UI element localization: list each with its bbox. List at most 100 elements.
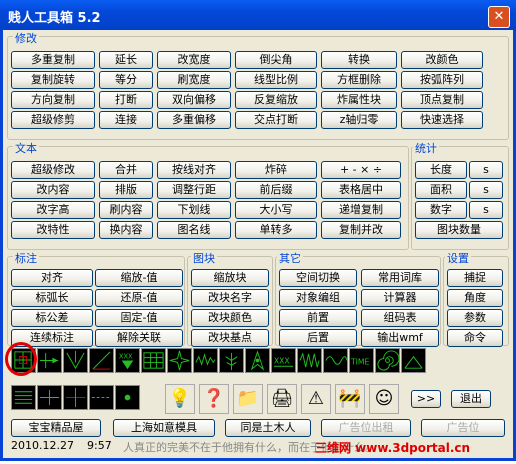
printer-icon[interactable]: 🖨: [267, 384, 297, 414]
text-button-18[interactable]: 单转多: [235, 221, 317, 239]
stats-button-0[interactable]: 长度: [415, 161, 467, 179]
exit-button[interactable]: 退出: [451, 390, 491, 408]
help-icon[interactable]: ❓: [199, 384, 229, 414]
block-button-1[interactable]: 改块名字: [191, 289, 269, 307]
xxx-arrow-icon[interactable]: XXX: [115, 348, 140, 373]
bottom-button-0[interactable]: 宝宝精品屋: [11, 419, 101, 437]
annot-button-3[interactable]: 还原-值: [95, 289, 183, 307]
modify-button-10[interactable]: 方框删除: [321, 71, 397, 89]
modify-button-20[interactable]: 多重偏移: [157, 111, 231, 129]
warning-icon[interactable]: ⚠: [301, 384, 331, 414]
more-button[interactable]: >>: [411, 390, 441, 408]
annot-button-2[interactable]: 标弧长: [11, 289, 93, 307]
other-button-3[interactable]: 计算器: [361, 289, 439, 307]
stats-button-6[interactable]: 图块数量: [415, 221, 503, 239]
folder-icon[interactable]: 📁: [233, 384, 263, 414]
modify-button-11[interactable]: 按弧阵列: [401, 71, 483, 89]
text-button-8[interactable]: 前后缀: [235, 181, 317, 199]
text-button-14[interactable]: 递增复制: [321, 201, 401, 219]
modify-button-22[interactable]: z轴归零: [321, 111, 397, 129]
text-button-15[interactable]: 改特性: [11, 221, 95, 239]
dot-icon[interactable]: [115, 385, 140, 410]
modify-button-16[interactable]: 炸属性块: [321, 91, 397, 109]
settings-button-2[interactable]: 参数: [447, 309, 503, 327]
annot-button-1[interactable]: 缩放-值: [95, 269, 183, 287]
star-burst-icon[interactable]: [167, 348, 192, 373]
cross-icon[interactable]: [63, 385, 88, 410]
stats-button-1[interactable]: s: [469, 161, 503, 179]
xxx-text-icon[interactable]: XXX: [271, 348, 296, 373]
modify-button-7[interactable]: 等分: [99, 71, 153, 89]
diagonal-line-icon[interactable]: [89, 348, 114, 373]
text-button-11[interactable]: 刷内容: [99, 201, 153, 219]
other-button-7[interactable]: 输出wmf: [361, 329, 439, 347]
other-button-6[interactable]: 后置: [279, 329, 357, 347]
text-button-3[interactable]: 炸碎: [235, 161, 317, 179]
text-button-13[interactable]: 大小写: [235, 201, 317, 219]
modify-button-14[interactable]: 双向偏移: [157, 91, 231, 109]
text-button-9[interactable]: 表格居中: [321, 181, 401, 199]
lightbulb-icon[interactable]: 💡: [165, 384, 195, 414]
arrow-right-icon[interactable]: [401, 348, 426, 373]
annot-button-5[interactable]: 固定-值: [95, 309, 183, 327]
block-button-0[interactable]: 缩放块: [191, 269, 269, 287]
modify-button-13[interactable]: 打断: [99, 91, 153, 109]
text-button-1[interactable]: 合并: [99, 161, 153, 179]
modify-button-17[interactable]: 顶点复制: [401, 91, 483, 109]
modify-button-18[interactable]: 超级修剪: [11, 111, 95, 129]
text-button-4[interactable]: + - × ÷: [321, 161, 401, 179]
modify-button-0[interactable]: 多重复制: [11, 51, 95, 69]
text-button-5[interactable]: 改内容: [11, 181, 95, 199]
annot-button-0[interactable]: 对齐: [11, 269, 93, 287]
modify-button-9[interactable]: 线型比例: [235, 71, 317, 89]
text-button-7[interactable]: 调整行距: [157, 181, 231, 199]
block-button-2[interactable]: 改块颜色: [191, 309, 269, 327]
annot-button-4[interactable]: 标公差: [11, 309, 93, 327]
other-button-0[interactable]: 空间切换: [279, 269, 357, 287]
modify-button-2[interactable]: 改宽度: [157, 51, 231, 69]
modify-button-3[interactable]: 倒尖角: [235, 51, 317, 69]
spring-icon[interactable]: [297, 348, 322, 373]
other-button-1[interactable]: 常用词库: [361, 269, 439, 287]
settings-button-3[interactable]: 命令: [447, 329, 503, 347]
wave-icon[interactable]: [323, 348, 348, 373]
modify-button-12[interactable]: 方向复制: [11, 91, 95, 109]
tree-icon[interactable]: [219, 348, 244, 373]
compass-icon[interactable]: [245, 348, 270, 373]
bottom-button-3[interactable]: 广告位出租: [321, 419, 411, 437]
other-button-5[interactable]: 组码表: [361, 309, 439, 327]
modify-button-21[interactable]: 交点打断: [235, 111, 317, 129]
dimension-wave-icon[interactable]: [193, 348, 218, 373]
modify-button-4[interactable]: 转换: [321, 51, 397, 69]
arrow-line-icon[interactable]: [37, 348, 62, 373]
stats-button-4[interactable]: 数字: [415, 201, 467, 219]
cartoon-face-icon[interactable]: ☺: [369, 384, 399, 414]
annot-button-7[interactable]: 解除关联: [95, 329, 183, 347]
other-button-2[interactable]: 对象编组: [279, 289, 357, 307]
text-button-16[interactable]: 换内容: [99, 221, 153, 239]
modify-button-8[interactable]: 刷宽度: [157, 71, 231, 89]
horizontal-line-icon[interactable]: [37, 385, 62, 410]
block-button-3[interactable]: 改块基点: [191, 329, 269, 347]
stats-button-5[interactable]: s: [469, 201, 503, 219]
other-button-4[interactable]: 前置: [279, 309, 357, 327]
settings-button-0[interactable]: 捕捉: [447, 269, 503, 287]
text-button-10[interactable]: 改字高: [11, 201, 95, 219]
text-button-2[interactable]: 按线对齐: [157, 161, 231, 179]
stats-button-3[interactable]: s: [469, 181, 503, 199]
text-button-17[interactable]: 图名线: [157, 221, 231, 239]
modify-button-1[interactable]: 延长: [99, 51, 153, 69]
modify-button-6[interactable]: 复制旋转: [11, 71, 95, 89]
bottom-button-2[interactable]: 同是土木人: [225, 419, 311, 437]
settings-button-1[interactable]: 角度: [447, 289, 503, 307]
close-button[interactable]: ✕: [488, 6, 510, 28]
spiral-icon[interactable]: [375, 348, 400, 373]
worker-sign-icon[interactable]: 🚧: [335, 384, 365, 414]
bottom-button-1[interactable]: 上海如意模具: [113, 419, 215, 437]
dashed-line-icon[interactable]: [89, 385, 114, 410]
hatch-lines-icon[interactable]: [11, 385, 36, 410]
text-button-12[interactable]: 下划线: [157, 201, 231, 219]
text-button-19[interactable]: 复制并改: [321, 221, 401, 239]
stats-button-2[interactable]: 面积: [415, 181, 467, 199]
modify-button-5[interactable]: 改颜色: [401, 51, 483, 69]
